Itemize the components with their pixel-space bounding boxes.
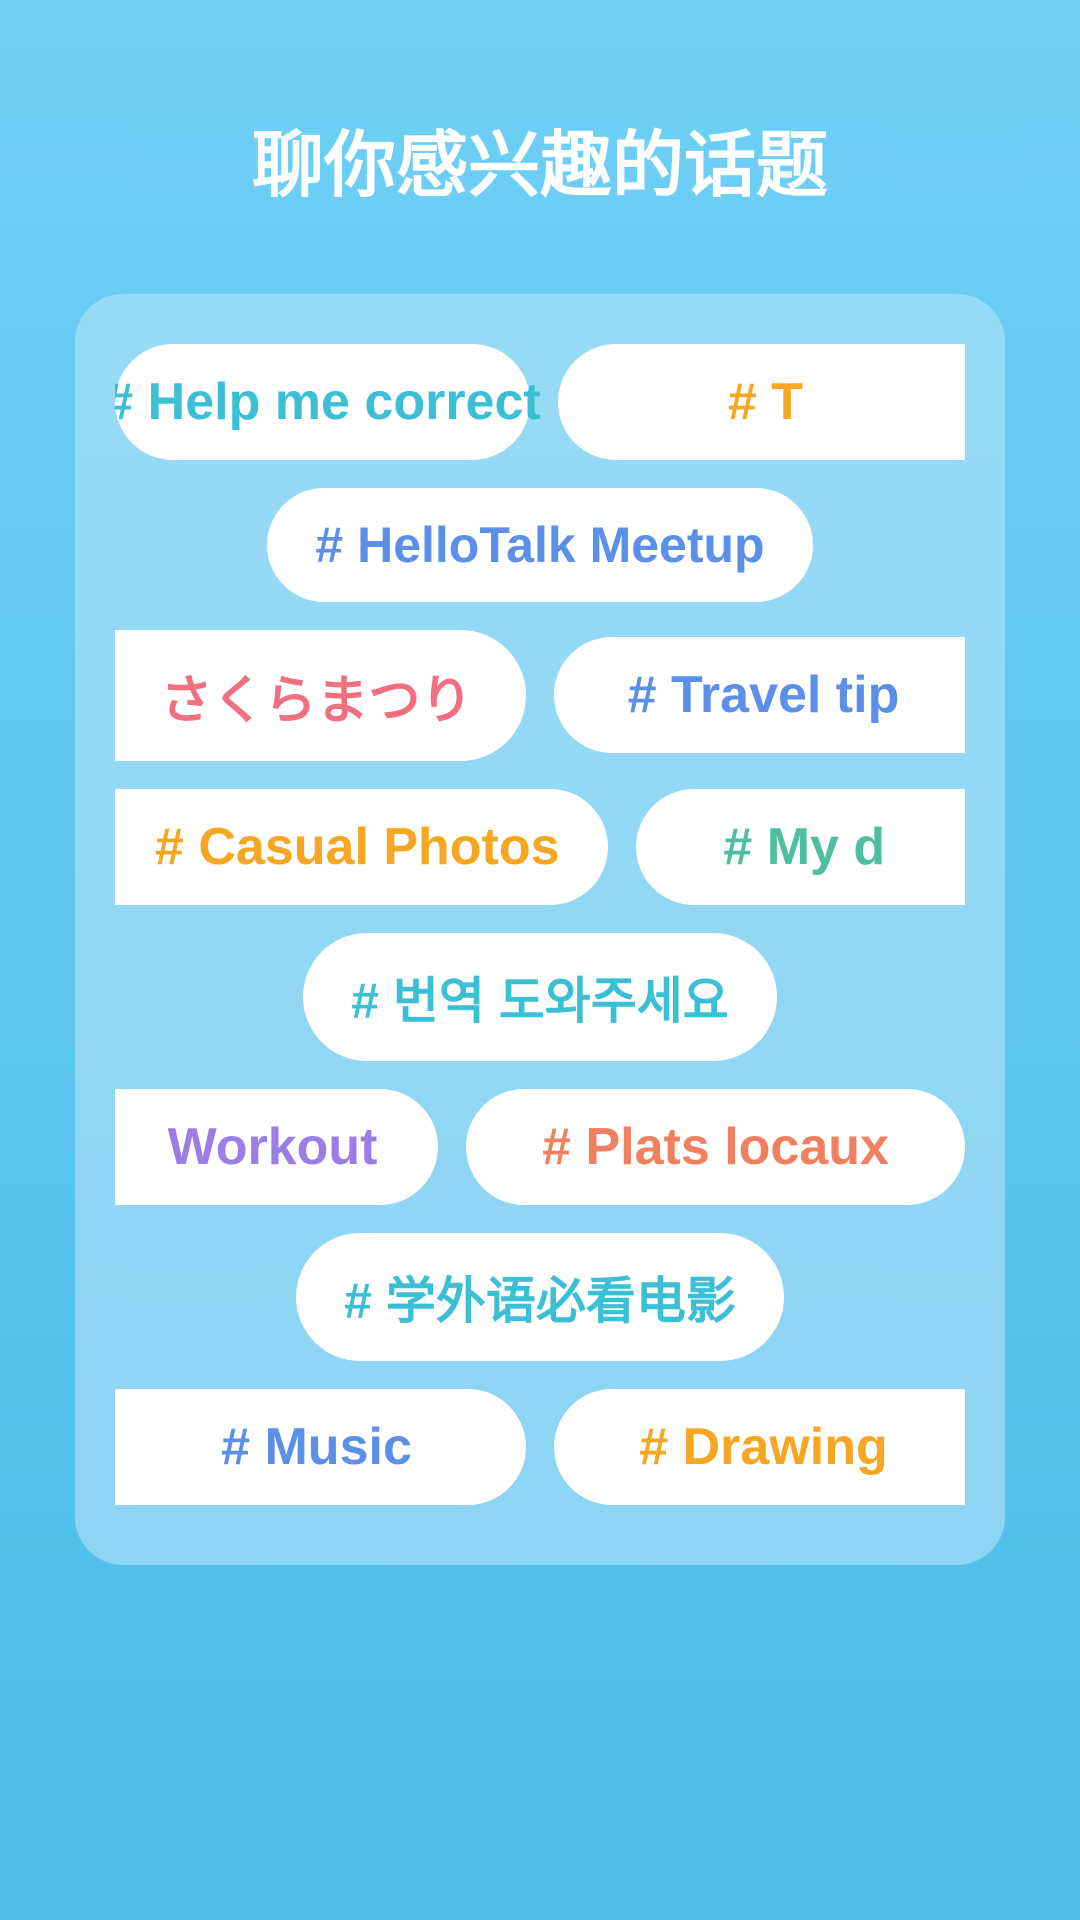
topic-travel-tips[interactable]: # Travel tip: [554, 637, 965, 753]
topic-drawing[interactable]: # Drawing: [554, 1389, 965, 1505]
row-7-wrapper: # 学外语必看电影: [115, 1233, 965, 1361]
row-2-wrapper: # HelloTalk Meetup: [115, 488, 965, 602]
topics-card: # Help me correct # T # HelloTalk Meetup…: [75, 294, 1005, 1565]
row-5-wrapper: # 번역 도와주세요: [115, 933, 965, 1061]
topic-travel[interactable]: # T: [558, 344, 965, 460]
row-1-wrapper: # Help me correct # T: [115, 344, 965, 460]
topic-my-diary[interactable]: # My d: [636, 789, 965, 905]
topic-music[interactable]: # Music: [115, 1389, 526, 1505]
topic-sakura[interactable]: さくらまつり: [115, 630, 526, 761]
topics-row-1: # Help me correct # T: [115, 344, 965, 460]
row-6-wrapper: Workout # Plats locaux: [115, 1089, 965, 1205]
topic-help-correct[interactable]: # Help me correct: [115, 344, 530, 460]
topic-plats-locaux[interactable]: # Plats locaux: [466, 1089, 965, 1205]
topic-translate[interactable]: # 번역 도와주세요: [303, 933, 777, 1061]
topic-movies[interactable]: # 学外语必看电影: [296, 1233, 784, 1361]
topics-row-3: さくらまつり # Travel tip: [115, 630, 965, 761]
topics-row-6: Workout # Plats locaux: [115, 1089, 965, 1205]
page-wrapper: 聊你感兴趣的话题 # Help me correct # T # HelloTa…: [0, 0, 1080, 1920]
page-title: 聊你感兴趣的话题: [252, 120, 828, 214]
row-8-wrapper: # Music # Drawing: [115, 1389, 965, 1505]
topics-row-8: # Music # Drawing: [115, 1389, 965, 1505]
topic-hellotalk-meetup[interactable]: # HelloTalk Meetup: [267, 488, 812, 602]
topics-row-5: # 번역 도와주세요: [115, 933, 965, 1061]
topic-workout[interactable]: Workout: [115, 1089, 438, 1205]
topics-row-4: # Casual Photos # My d: [115, 789, 965, 905]
topics-row-7: # 学外语必看电影: [115, 1233, 965, 1361]
topic-casual-photos[interactable]: # Casual Photos: [115, 789, 608, 905]
row-4-wrapper: # Casual Photos # My d: [115, 789, 965, 905]
topics-row-2: # HelloTalk Meetup: [115, 488, 965, 602]
row-3-wrapper: さくらまつり # Travel tip: [115, 630, 965, 761]
